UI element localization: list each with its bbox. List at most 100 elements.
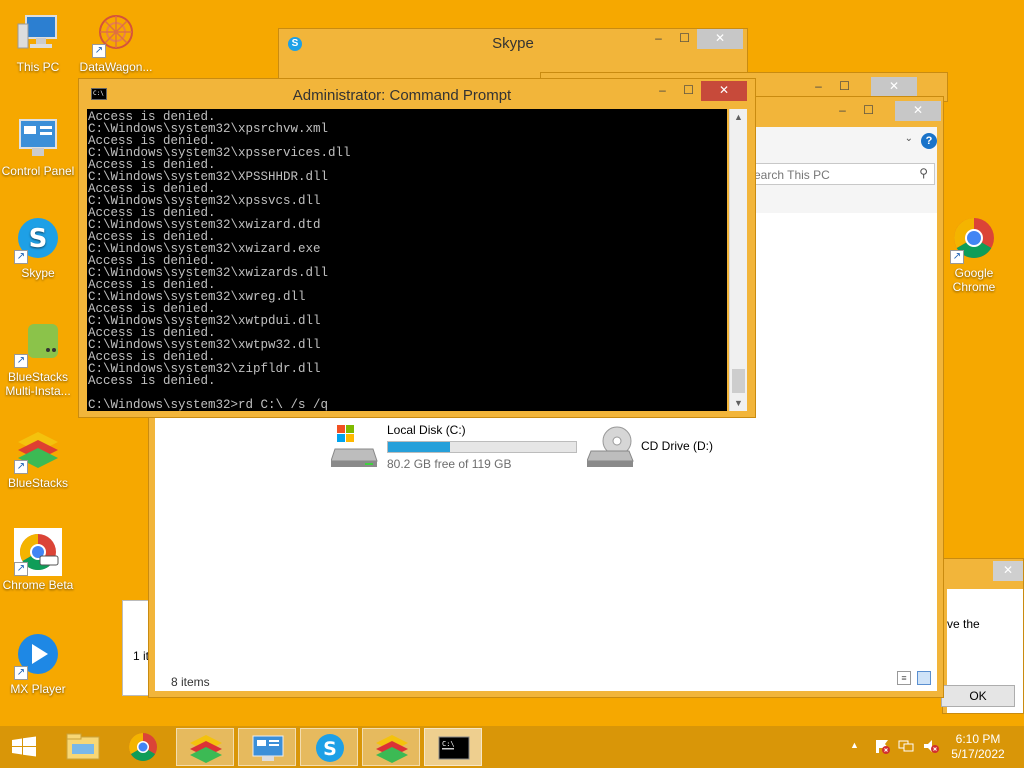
close-button[interactable]: ✕ (697, 29, 743, 49)
status-bar-items: 8 items (171, 675, 210, 689)
cmd-line: C:\Windows\system32>rd C:\ /s /q (88, 398, 329, 411)
drive-c-name: Local Disk (C:) (387, 423, 466, 437)
help-icon[interactable]: ? (921, 133, 937, 149)
desktop-icon-label: Google Chrome (952, 266, 996, 294)
minimize-button[interactable]: – (645, 29, 672, 49)
search-placeholder: Search This PC (746, 168, 830, 182)
desktop-icon-this-pc[interactable]: This PC (0, 10, 76, 74)
taskbar-cmd[interactable]: C:\ (424, 728, 482, 766)
bluestacks-icon (190, 735, 222, 763)
clock-date: 5/17/2022 (951, 747, 1005, 761)
taskbar-chrome[interactable] (114, 728, 172, 766)
computer-icon (14, 10, 62, 58)
skype-titlebar[interactable]: S Skype – ☐ ✕ (279, 29, 747, 59)
clock-time: 6:10 PM (955, 732, 1001, 746)
desktop-icon-bluestacks-multi[interactable]: ↗ BlueStacks Multi-Insta... (0, 320, 76, 398)
action-center-icon[interactable] (874, 738, 890, 754)
desktop-icon-control-panel[interactable]: Control Panel (0, 114, 76, 178)
control-panel-icon (252, 735, 284, 761)
cmd-scrollbar[interactable]: ▲ ▼ (729, 109, 747, 411)
desktop-icon-datawagon[interactable]: ↗ DataWagon... (78, 10, 154, 74)
drive-c-usage-fill (388, 442, 451, 452)
desktop-icon-label: DataWagon... (79, 60, 153, 74)
large-icons-view-icon[interactable] (917, 671, 931, 685)
cmd-output[interactable]: Access is denied. C:\Windows\system32\xps… (87, 109, 727, 411)
maximize-button[interactable]: ☐ (831, 77, 858, 97)
details-view-icon[interactable]: ≡ (897, 671, 911, 685)
tray-overflow-icon[interactable]: ▲ (850, 740, 859, 750)
close-button[interactable]: ✕ (701, 81, 747, 101)
minimize-button[interactable]: – (829, 101, 856, 121)
svg-text:S: S (323, 738, 337, 760)
desktop-icon-label: BlueStacks (7, 476, 69, 490)
search-input[interactable]: Search This PC ⚲ (739, 163, 935, 185)
desktop-icon-label: Control Panel (1, 164, 75, 178)
dialog-close-button[interactable]: ✕ (993, 561, 1023, 581)
desktop-icon-chrome-beta[interactable]: ↗ Chrome Beta (0, 528, 76, 592)
desktop-icon-mx-player[interactable]: ↗ MX Player (0, 632, 76, 696)
chrome-icon (129, 733, 157, 761)
maximize-button[interactable]: ☐ (675, 81, 702, 101)
datawagon-icon: ↗ (92, 10, 140, 58)
shortcut-arrow-icon: ↗ (14, 354, 28, 368)
desktop-icon-bluestacks[interactable]: ↗ BlueStacks (0, 426, 76, 490)
drive-c[interactable]: Local Disk (C:) 80.2 GB free of 119 GB (330, 423, 581, 473)
chrome-icon: ↗ (950, 216, 998, 264)
dialog-text: ve the (947, 617, 980, 631)
cmd-titlebar[interactable]: C:\ Administrator: Command Prompt – ☐ ✕ (79, 79, 755, 109)
shortcut-arrow-icon: ↗ (14, 562, 28, 576)
desktop-icon-label: Skype (21, 266, 55, 280)
shortcut-arrow-icon: ↗ (14, 250, 28, 264)
drive-c-usage-bar (387, 441, 577, 453)
drive-d[interactable]: CD Drive (D:) (586, 423, 747, 473)
drive-d-name: CD Drive (D:) (641, 439, 713, 453)
desktop-icon-google-chrome[interactable]: ↗ Google Chrome (936, 216, 1012, 294)
taskbar-file-explorer[interactable] (54, 728, 112, 766)
start-button[interactable] (0, 728, 50, 766)
taskbar-bluestacks[interactable] (176, 728, 234, 766)
search-icon: ⚲ (919, 166, 928, 180)
scroll-thumb[interactable] (732, 369, 745, 393)
taskbar-control-panel[interactable] (238, 728, 296, 766)
minimize-button[interactable]: – (649, 81, 676, 101)
cd-drive-icon (586, 423, 637, 469)
file-explorer-icon (66, 733, 100, 760)
scroll-up-icon[interactable]: ▲ (730, 109, 747, 125)
chrome-beta-icon: ↗ (14, 528, 62, 576)
desktop-icon-label: BlueStacks Multi-Insta... (5, 370, 71, 398)
dialog-ok-button[interactable]: OK (941, 685, 1015, 707)
bluestacks-icon (376, 735, 408, 763)
hard-drive-icon (330, 423, 381, 469)
close-button[interactable]: ✕ (895, 101, 941, 121)
skype-icon: S ↗ (14, 216, 62, 264)
maximize-button[interactable]: ☐ (855, 101, 882, 121)
volume-muted-icon[interactable] (922, 738, 940, 754)
drive-c-free: 80.2 GB free of 119 GB (387, 457, 512, 471)
desktop-icon-label: Chrome Beta (2, 578, 74, 592)
taskbar-skype[interactable]: S (300, 728, 358, 766)
cmd-window[interactable]: C:\ Administrator: Command Prompt – ☐ ✕ … (78, 78, 756, 418)
desktop-icon-skype[interactable]: S ↗ Skype (0, 216, 76, 280)
svg-text:C:\: C:\ (442, 740, 455, 748)
desktop-icon-label: This PC (16, 60, 60, 74)
minimize-button[interactable]: – (805, 77, 832, 97)
bluestacks-icon: ↗ (14, 426, 62, 474)
dialog-window: ✕ ve the OK (941, 558, 1024, 714)
shortcut-arrow-icon: ↗ (92, 44, 106, 58)
control-panel-icon (14, 114, 62, 162)
taskbar-bluestacks-2[interactable] (362, 728, 420, 766)
shortcut-arrow-icon: ↗ (14, 666, 28, 680)
scroll-down-icon[interactable]: ▼ (730, 395, 747, 411)
taskbar: S C:\ ▲ 6:10 PM 5/17/2022 (0, 726, 1024, 768)
cmd-line: Access is denied. (88, 374, 216, 388)
dialog-body: ve the OK (941, 589, 1023, 713)
close-button[interactable]: ✕ (871, 77, 917, 97)
skype-icon: S (316, 734, 344, 762)
shortcut-arrow-icon: ↗ (14, 460, 28, 474)
mx-player-icon: ↗ (14, 632, 62, 680)
background-status: 1 it (133, 649, 150, 663)
clock[interactable]: 6:10 PM 5/17/2022 (946, 732, 1010, 762)
chevron-down-icon[interactable]: ⌄ (905, 133, 913, 144)
network-icon[interactable] (898, 738, 914, 754)
maximize-button[interactable]: ☐ (671, 29, 698, 49)
